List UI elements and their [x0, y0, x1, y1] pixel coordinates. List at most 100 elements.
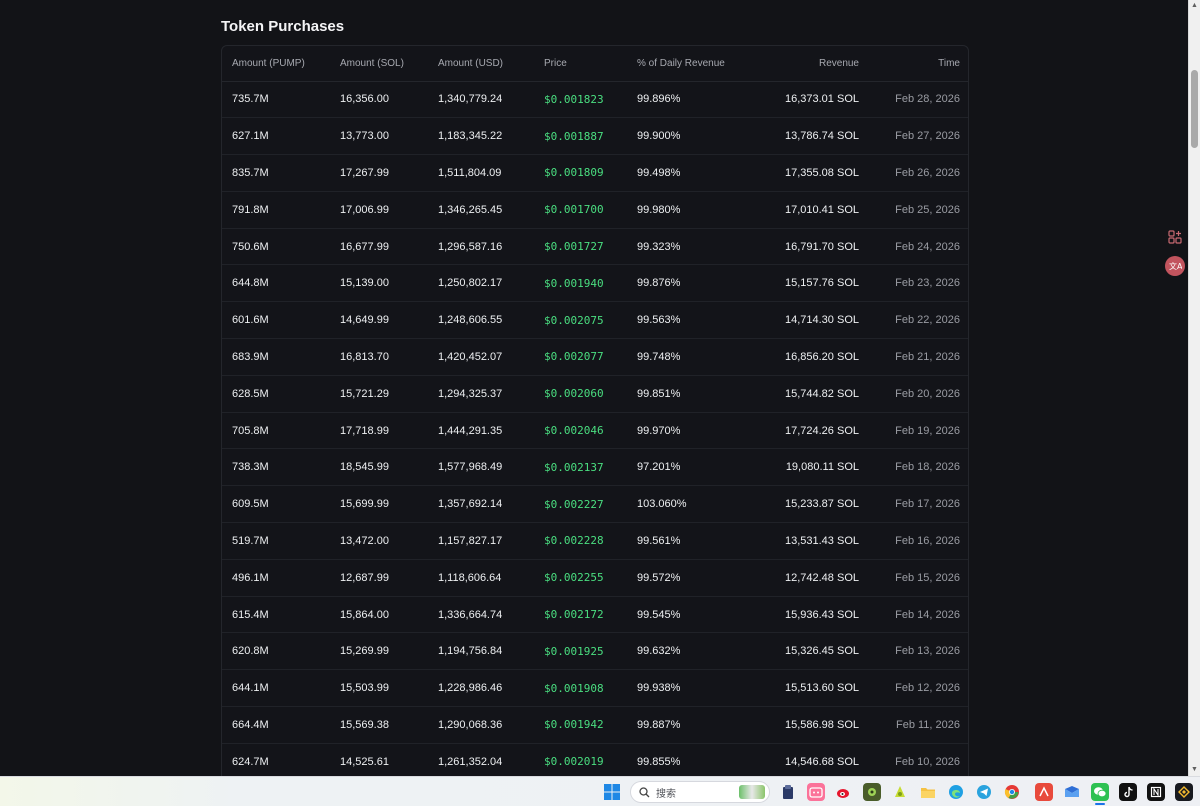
price-cell: $0.001908	[534, 669, 627, 708]
scroll-down-arrow-icon[interactable]: ▼	[1189, 764, 1200, 776]
chrome-icon[interactable]	[1003, 783, 1021, 801]
windows-start-icon[interactable]	[603, 783, 621, 801]
telegram-icon[interactable]	[975, 783, 993, 801]
weibo-icon[interactable]	[835, 783, 853, 801]
scroll-up-arrow-icon[interactable]: ▲	[1189, 0, 1200, 12]
table-row[interactable]: 835.7M 17,267.99 1,511,804.09 $0.001809 99.4…	[222, 154, 968, 192]
search-icon	[639, 786, 650, 797]
notion-icon[interactable]	[1147, 783, 1165, 801]
taskbar-search-box[interactable]: 搜索	[630, 781, 770, 803]
column-header-amount-pump[interactable]: Amount (PUMP)	[222, 46, 330, 82]
revenue-cell: 15,936.43 SOL	[763, 596, 869, 634]
amount-pump-cell: 609.5M	[222, 485, 330, 524]
table-row[interactable]: 601.6M 14,649.99 1,248,606.55 $0.002075 99.5…	[222, 301, 968, 340]
price-cell: $0.002046	[534, 412, 627, 450]
page-scrollbar[interactable]: ▲ ▼	[1188, 0, 1200, 776]
table-header-row: Amount (PUMP) Amount (SOL) Amount (USD) …	[222, 46, 968, 82]
table-row[interactable]: 664.4M 15,569.38 1,290,068.36 $0.001942 99.8…	[222, 706, 968, 744]
column-header-amount-sol[interactable]: Amount (SOL)	[330, 46, 428, 82]
table-row[interactable]: 496.1M 12,687.99 1,118,606.64 $0.002255 99.5…	[222, 559, 968, 597]
table-row[interactable]: 705.8M 17,718.99 1,444,291.35 $0.002046 99.9…	[222, 412, 968, 450]
revenue-cell: 14,546.68 SOL	[763, 743, 869, 781]
bilibili-icon[interactable]	[807, 783, 825, 801]
table-row[interactable]: 750.6M 16,677.99 1,296,587.16 $0.001727 99.3…	[222, 228, 968, 266]
table-row[interactable]: 644.1M 15,503.99 1,228,986.46 $0.001908 99.9…	[222, 669, 968, 708]
table-row[interactable]: 624.7M 14,525.61 1,261,352.04 $0.002019 99.8…	[222, 743, 968, 781]
amount-pump-cell: 624.7M	[222, 743, 330, 781]
column-header-revenue[interactable]: Revenue	[763, 46, 869, 82]
table-row[interactable]: 628.5M 15,721.29 1,294,325.37 $0.002060 99.8…	[222, 375, 968, 413]
amount-pump-cell: 735.7M	[222, 81, 330, 119]
tiktok-icon[interactable]	[1119, 783, 1137, 801]
time-cell: Feb 22, 2026	[869, 301, 968, 340]
table-row[interactable]: 738.3M 18,545.99 1,577,968.49 $0.002137 97.2…	[222, 448, 968, 487]
apps-grid-button[interactable]	[1165, 227, 1185, 247]
binance-icon[interactable]	[1175, 783, 1193, 801]
revenue-cell: 17,010.41 SOL	[763, 191, 869, 229]
price-cell: $0.002228	[534, 522, 627, 560]
amount-sol-cell: 13,472.00	[330, 522, 428, 560]
translate-button[interactable]: 文A	[1165, 256, 1185, 276]
game-icon[interactable]	[863, 783, 881, 801]
revenue-cell: 15,513.60 SOL	[763, 669, 869, 708]
amount-pump-cell: 628.5M	[222, 375, 330, 413]
table-row[interactable]: 519.7M 13,472.00 1,157,827.17 $0.002228 99.5…	[222, 522, 968, 560]
column-header-amount-usd[interactable]: Amount (USD)	[428, 46, 534, 82]
table-row[interactable]: 683.9M 16,813.70 1,420,452.07 $0.002077 99.7…	[222, 338, 968, 376]
table-row[interactable]: 791.8M 17,006.99 1,346,265.45 $0.001700 99.9…	[222, 191, 968, 229]
time-cell: Feb 12, 2026	[869, 669, 968, 708]
table-row[interactable]: 615.4M 15,864.00 1,336,664.74 $0.002172 99.5…	[222, 596, 968, 634]
amount-usd-cell: 1,248,606.55	[428, 301, 534, 340]
pct-daily-revenue-cell: 99.563%	[627, 301, 763, 340]
scrollbar-thumb[interactable]	[1191, 70, 1198, 148]
mail-app-icon[interactable]	[1063, 783, 1081, 801]
price-cell: $0.001940	[534, 264, 627, 303]
revenue-cell: 17,724.26 SOL	[763, 412, 869, 450]
price-cell: $0.002075	[534, 301, 627, 340]
lime-app-icon[interactable]	[891, 783, 909, 801]
file-explorer-icon[interactable]	[919, 783, 937, 801]
price-cell: $0.001823	[534, 81, 627, 119]
edge-browser-icon[interactable]	[947, 783, 965, 801]
table-row[interactable]: 627.1M 13,773.00 1,183,345.22 $0.001887 99.9…	[222, 117, 968, 156]
time-cell: Feb 15, 2026	[869, 559, 968, 597]
table-row[interactable]: 620.8M 15,269.99 1,194,756.84 $0.001925 99.6…	[222, 632, 968, 671]
price-cell: $0.002077	[534, 338, 627, 376]
token-purchases-table: Amount (PUMP) Amount (SOL) Amount (USD) …	[221, 45, 969, 785]
amount-usd-cell: 1,228,986.46	[428, 669, 534, 708]
revenue-cell: 15,744.82 SOL	[763, 375, 869, 413]
clipboard-app-icon[interactable]	[779, 783, 797, 801]
time-cell: Feb 21, 2026	[869, 338, 968, 376]
column-header-time[interactable]: Time	[869, 46, 968, 82]
pct-daily-revenue-cell: 99.632%	[627, 632, 763, 671]
amount-usd-cell: 1,420,452.07	[428, 338, 534, 376]
pct-daily-revenue-cell: 99.980%	[627, 191, 763, 229]
amount-pump-cell: 620.8M	[222, 632, 330, 671]
amount-usd-cell: 1,444,291.35	[428, 412, 534, 450]
table-row[interactable]: 644.8M 15,139.00 1,250,802.17 $0.001940 99.8…	[222, 264, 968, 303]
time-cell: Feb 23, 2026	[869, 264, 968, 303]
price-cell: $0.002060	[534, 375, 627, 413]
column-header-price[interactable]: Price	[534, 46, 627, 82]
column-header-pct-daily-revenue[interactable]: % of Daily Revenue	[627, 46, 763, 82]
amount-sol-cell: 15,569.38	[330, 706, 428, 744]
price-cell: $0.001925	[534, 632, 627, 671]
amount-sol-cell: 15,503.99	[330, 669, 428, 708]
table-row[interactable]: 609.5M 15,699.99 1,357,692.14 $0.002227 103.…	[222, 485, 968, 524]
pct-daily-revenue-cell: 99.896%	[627, 81, 763, 119]
amount-usd-cell: 1,346,265.45	[428, 191, 534, 229]
amount-sol-cell: 13,773.00	[330, 117, 428, 156]
revenue-cell: 13,786.74 SOL	[763, 117, 869, 156]
amount-usd-cell: 1,290,068.36	[428, 706, 534, 744]
table-row[interactable]: 735.7M 16,356.00 1,340,779.24 $0.001823 99.8…	[222, 81, 968, 119]
price-cell: $0.002019	[534, 743, 627, 781]
time-cell: Feb 16, 2026	[869, 522, 968, 560]
amount-usd-cell: 1,194,756.84	[428, 632, 534, 671]
price-cell: $0.001809	[534, 154, 627, 192]
red-app-icon[interactable]	[1035, 783, 1053, 801]
wechat-icon[interactable]	[1091, 783, 1109, 801]
time-cell: Feb 13, 2026	[869, 632, 968, 671]
amount-pump-cell: 835.7M	[222, 154, 330, 192]
pct-daily-revenue-cell: 99.561%	[627, 522, 763, 560]
pct-daily-revenue-cell: 99.498%	[627, 154, 763, 192]
